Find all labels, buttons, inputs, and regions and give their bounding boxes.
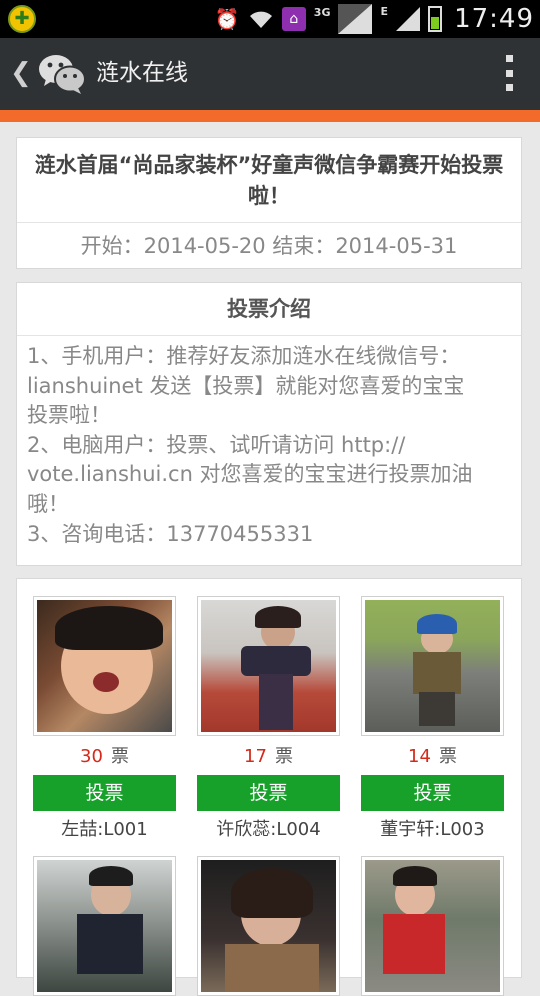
clock: 17:49 [454,4,534,34]
vote-unit: 票 [274,746,293,767]
intro-line: vote.lianshui.cn 对您喜爱的宝宝进行投票加油 [27,462,473,487]
contestant-photo[interactable] [33,596,176,736]
more-vert-icon[interactable] [504,55,514,91]
vote-unit: 票 [438,746,457,767]
intro-text: 1、手机用户：推荐好友添加涟水在线微信号： lianshuinet 发送【投票】… [17,336,521,557]
event-title: 涟水首届“尚品家装杯”好童声微信争霸赛开始投票啦！ [17,138,521,223]
contestant-photo[interactable] [361,596,504,736]
vote-button[interactable]: 投票 [197,775,340,811]
contestant-photo[interactable] [33,856,176,996]
intro-line: lianshuinet 发送【投票】就能对您喜爱的宝宝 [27,373,465,398]
app-notification-icon: ✚ [8,5,36,33]
page-title: 涟水在线 [96,60,188,86]
intro-line: 1、手机用户：推荐好友添加涟水在线微信号： [27,344,461,368]
vote-number: 17 [244,746,267,767]
contestant-photo[interactable] [361,856,504,996]
contestant-card: 30 票 投票 左喆:L001 [33,596,176,841]
contestant-card: 17 票 投票 许欣蕊:L004 [197,596,340,841]
contestant-name: 董宇轩:L003 [380,819,485,840]
contestant-name: 许欣蕊:L004 [216,819,321,840]
contestant-photo[interactable] [197,856,340,996]
back-chevron-icon[interactable]: ❮ [10,58,32,88]
wechat-logo-icon [39,55,86,94]
signal-icon [338,4,373,34]
contestant-photo[interactable] [197,596,340,736]
contestant-name: 左喆:L001 [61,819,148,840]
status-icons: ⏰ ⌂ 3G E [215,0,442,38]
event-dates: 开始：2014-05-20 结束：2014-05-31 [80,234,458,258]
contestant-grid: 30 票 投票 左喆:L001 17 票 投票 许欣蕊:L004 14 票 投票… [16,578,522,996]
vote-number: 30 [80,746,103,767]
vote-button[interactable]: 投票 [33,775,176,811]
battery-icon [428,6,442,32]
contestant-card [361,856,504,996]
intro-heading: 投票介绍 [17,283,521,336]
intro-line: 哦！ [27,491,69,516]
signal-strength-icon [396,7,420,31]
vote-unit: 票 [110,746,129,767]
app-header: ❮ 涟水在线 [0,38,540,110]
intro-card: 投票介绍 1、手机用户：推荐好友添加涟水在线微信号： lianshuinet 发… [16,282,522,566]
contestant-card [197,856,340,996]
alarm-icon: ⏰ [214,7,240,31]
vote-count: 30 票 [33,746,176,768]
home-icon: ⌂ [281,7,306,31]
intro-line: 投票啦！ [27,403,111,428]
vote-count: 17 票 [197,746,340,768]
accent-divider [0,110,540,122]
intro-line: 2、电脑用户：投票、试听请访问 http:// [27,432,406,457]
vote-button[interactable]: 投票 [361,775,504,811]
intro-line: 3、咨询电话：13770455331 [27,521,314,546]
contestant-card [33,856,176,996]
vote-count: 14 票 [361,746,504,768]
network-3g-label: 3G [313,5,331,19]
wifi-icon [248,6,274,32]
network-e-label: E [380,4,388,18]
contestant-card: 14 票 投票 董宇轩:L003 [361,596,504,841]
event-card: 涟水首届“尚品家装杯”好童声微信争霸赛开始投票啦！ 开始：2014-05-20 … [16,137,522,269]
status-bar: ✚ ⏰ ⌂ 3G E 17:49 [0,0,540,38]
vote-number: 14 [408,746,431,767]
